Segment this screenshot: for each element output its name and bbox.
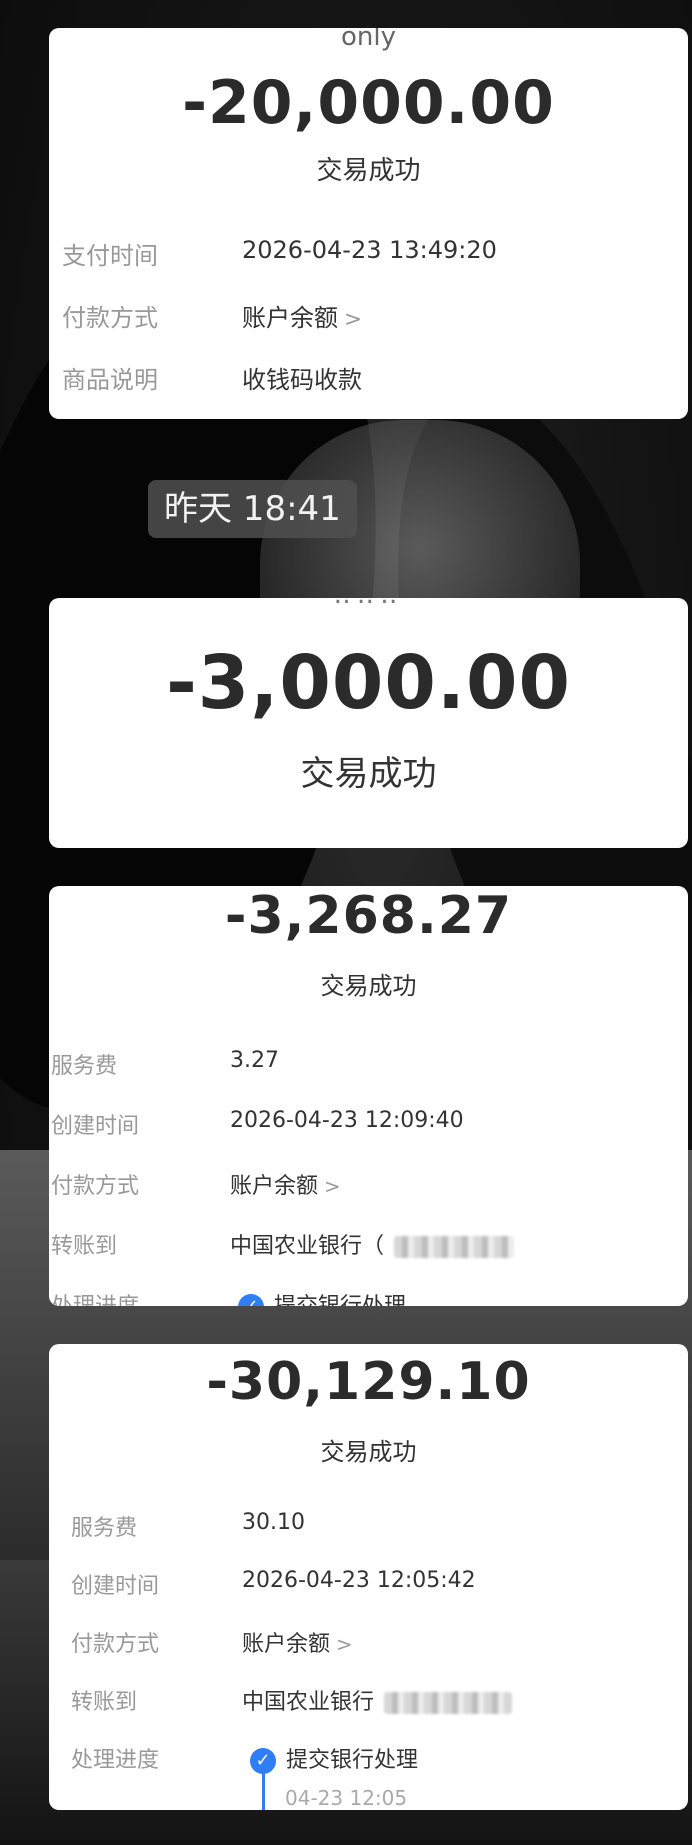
chevron-right-icon: >	[344, 307, 363, 332]
detail-row-service-fee: 服务费 30.10	[49, 1510, 688, 1550]
detail-row-pay-time: 支付时间 2026-04-23 13:49:20	[49, 236, 688, 276]
detail-value: 2026-04-23 12:05:42	[242, 1568, 476, 1593]
detail-row-payment-method[interactable]: 付款方式 账户余额 >	[49, 298, 688, 338]
detail-value: 30.10	[242, 1510, 305, 1535]
detail-row-transfer-to: 转账到 中国农业银行	[49, 1684, 688, 1724]
detail-row-payment-method[interactable]: 付款方式 账户余额 >	[49, 1626, 688, 1666]
transaction-card-4[interactable]: -30,129.10 交易成功 服务费 30.10 创建时间 2026-04-2…	[49, 1344, 688, 1810]
detail-label: 服务费	[51, 1054, 118, 1079]
check-circle-icon: ✓	[238, 1294, 264, 1306]
detail-label: 转账到	[51, 1234, 118, 1259]
cut-off-text: only	[341, 28, 396, 52]
detail-label: 支付时间	[62, 242, 158, 270]
detail-row-create-time: 创建时间 2026-04-23 12:05:42	[49, 1568, 688, 1608]
cut-off-text: ‥‥‥	[49, 598, 688, 610]
detail-value: 账户余额	[230, 1174, 319, 1199]
transaction-status: 交易成功	[316, 156, 421, 186]
transaction-status: 交易成功	[300, 754, 437, 794]
detail-row-payment-method[interactable]: 付款方式 账户余额 >	[49, 1168, 688, 1208]
detail-value: 中国农业银行	[242, 1690, 375, 1715]
detail-row-transfer-to: 转账到 中国农业银行（	[49, 1228, 688, 1268]
detail-row-service-fee: 服务费 3.27	[49, 1048, 688, 1088]
detail-label: 付款方式	[71, 1632, 160, 1657]
payment-method-link[interactable]: 账户余额 >	[230, 1168, 341, 1200]
detail-label: 创建时间	[51, 1114, 140, 1139]
detail-value: 收钱码收款	[242, 366, 362, 394]
progress-time: 04-23 12:05	[285, 1786, 408, 1810]
detail-label: 处理进度	[71, 1748, 160, 1773]
redacted-account	[394, 1236, 515, 1258]
detail-value-wrap: ✓提交银行处理	[250, 1742, 418, 1774]
detail-value: 3.27	[230, 1048, 279, 1073]
detail-value: 账户余额	[242, 304, 338, 332]
transaction-amount: -20,000.00	[182, 68, 555, 138]
detail-label: 商品说明	[62, 366, 158, 394]
detail-value-wrap: 中国农业银行	[242, 1684, 513, 1716]
detail-label: 服务费	[71, 1516, 138, 1541]
chat-timestamp: 昨天 18:41	[148, 480, 357, 538]
detail-value: 2026-04-23 13:49:20	[242, 236, 497, 264]
detail-value: 提交银行处理	[286, 1748, 419, 1773]
detail-label: 付款方式	[51, 1174, 140, 1199]
detail-label: 处理进度	[51, 1288, 139, 1306]
detail-value: 账户余额	[242, 1632, 331, 1657]
detail-row-progress: 处理进度 ✓ 提交银行处理	[49, 1288, 688, 1306]
detail-row-progress: 处理进度 ✓提交银行处理	[49, 1742, 688, 1782]
detail-value-wrap: ✓ 提交银行处理	[238, 1288, 406, 1306]
transaction-amount: -3,268.27	[224, 886, 513, 946]
detail-row-create-time: 创建时间 2026-04-23 12:09:40	[49, 1108, 688, 1148]
detail-label: 付款方式	[62, 304, 158, 332]
detail-value: 2026-04-23 12:09:40	[230, 1108, 464, 1133]
transaction-card-2[interactable]: ‥‥‥ -3,000.00 交易成功	[49, 598, 688, 848]
chevron-right-icon: >	[336, 1633, 353, 1656]
chevron-right-icon: >	[324, 1175, 341, 1198]
transaction-status: 交易成功	[320, 972, 417, 1000]
detail-value-wrap: 中国农业银行（	[230, 1228, 515, 1260]
detail-row-item-desc: 商品说明 收钱码收款	[49, 360, 688, 400]
transaction-amount: -30,129.10	[206, 1352, 531, 1412]
redacted-account	[384, 1692, 513, 1714]
transaction-card-3[interactable]: -3,268.27 交易成功 服务费 3.27 创建时间 2026-04-23 …	[49, 886, 688, 1306]
payment-method-link[interactable]: 账户余额 >	[242, 298, 362, 333]
transaction-status: 交易成功	[320, 1438, 417, 1466]
progress-timeline-line	[262, 1770, 265, 1810]
detail-value: 中国农业银行（	[230, 1234, 385, 1259]
transaction-amount: -3,000.00	[166, 640, 571, 726]
payment-method-link[interactable]: 账户余额 >	[242, 1626, 353, 1658]
transaction-card-1[interactable]: only -20,000.00 交易成功 支付时间 2026-04-23 13:…	[49, 28, 688, 419]
detail-label: 创建时间	[71, 1574, 160, 1599]
detail-label: 转账到	[71, 1690, 138, 1715]
detail-value: 提交银行处理	[274, 1294, 406, 1306]
